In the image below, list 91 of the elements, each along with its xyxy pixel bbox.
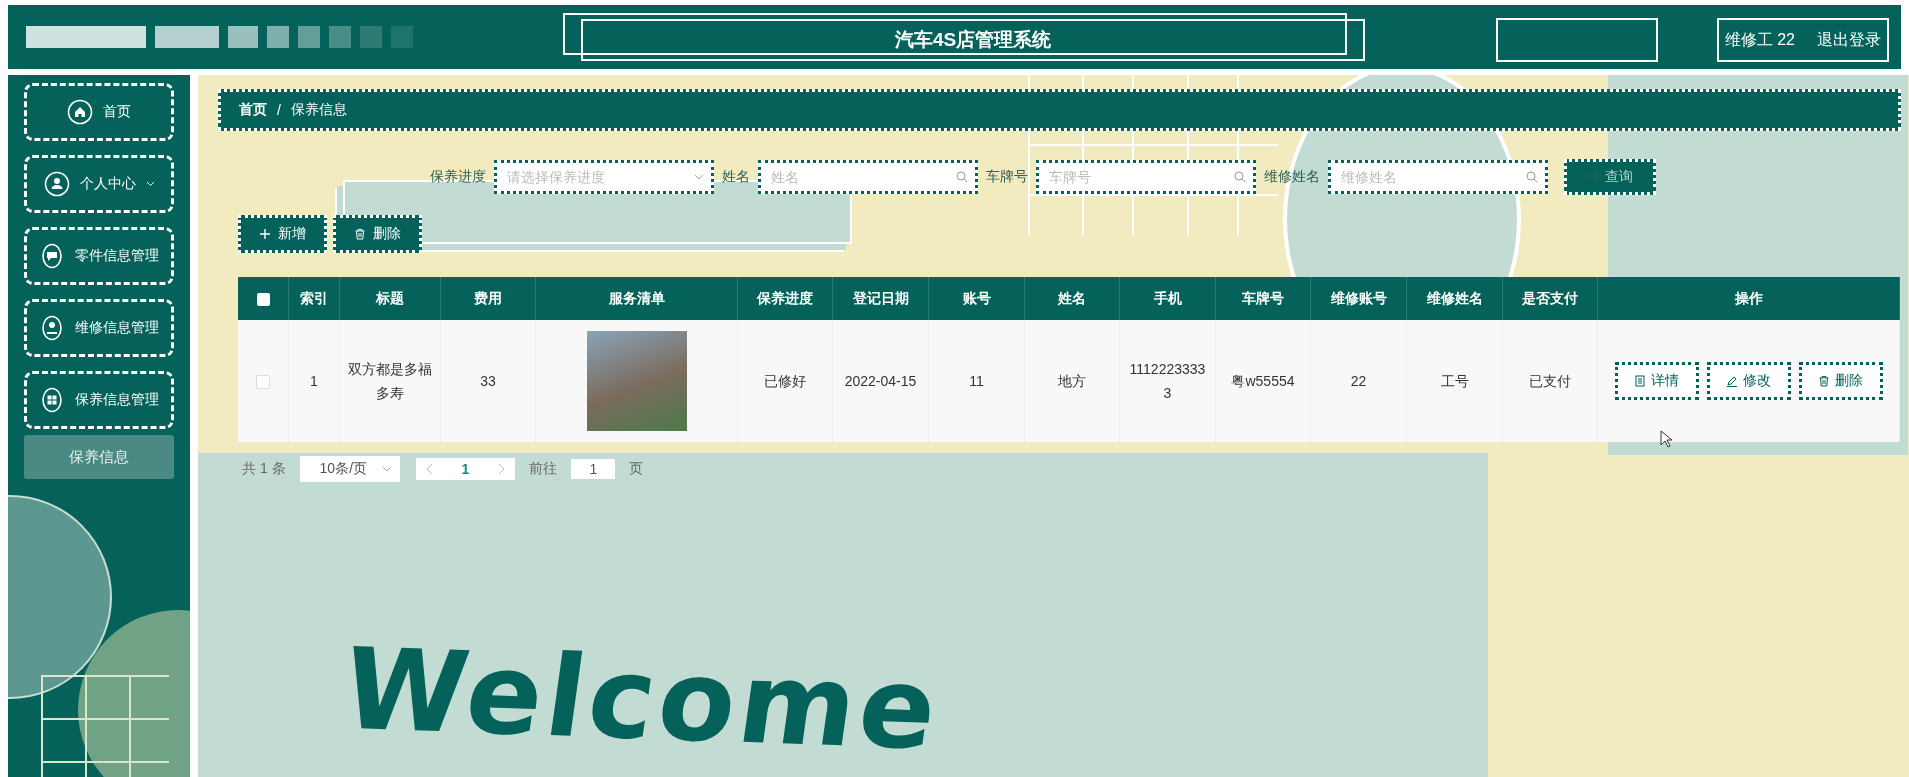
sidebar-item[interactable]: 零件信息管理 [24,227,174,285]
table-cell: 2022-04-15 [844,373,917,389]
search-field[interactable]: 姓名 [758,160,978,194]
search-icon [1587,171,1600,183]
table-cell: 已修好 [764,373,806,389]
search-field[interactable]: 车牌号 [1036,160,1256,194]
pencil-icon [1726,375,1738,387]
column-header: 费用 [440,277,536,320]
goto-label: 前往 [529,460,558,478]
row-checkbox[interactable] [256,375,270,390]
search-field[interactable]: 维修姓名 [1328,160,1548,194]
delete-button[interactable]: 删除 [1798,362,1883,400]
column-header: 登记日期 [832,277,929,320]
search-icon [1526,171,1538,183]
column-header: 标题 [339,277,441,320]
document-icon [1634,375,1646,387]
sidebar-item[interactable]: 保养信息管理 [24,371,174,429]
caret-icon [694,174,704,180]
breadcrumb-separator: / [277,102,281,118]
search-icon [1234,171,1246,183]
table-cell: 地方 [1058,373,1086,389]
filter-label: 姓名 [722,168,750,186]
next-icon [497,463,506,475]
menu-label: 维修信息管理 [75,319,159,337]
table-cell: 工号 [1440,373,1469,389]
table-cell: 11122233333 [1129,361,1206,401]
trash-icon [354,228,366,240]
menu-label: 保养信息管理 [75,391,159,409]
column-header: 姓名 [1024,277,1120,320]
welcome-text: Welcome [336,632,948,766]
menu-label: 个人中心 [79,175,136,193]
header-decoration [329,26,351,48]
submenu-item[interactable]: 保养信息 [24,435,174,479]
add-button[interactable]: 新增 [238,215,327,253]
column-header: 维修账号 [1310,277,1407,320]
page-size-select[interactable]: 10条/页 [299,456,400,482]
table-cell: 22 [1350,373,1367,389]
delete-button[interactable]: 删除 [333,215,422,253]
table-cell: 33 [480,373,496,389]
header-decoration [391,26,413,48]
edit-button[interactable]: 修改 [1706,362,1791,400]
prev-icon [425,463,434,475]
header-decoration [267,26,289,48]
page-input[interactable]: 1 [571,459,616,479]
sidebar-item[interactable]: 维修信息管理 [24,299,174,357]
column-header: 维修姓名 [1406,277,1503,320]
table-cell: 已支付 [1529,373,1571,389]
breadcrumb-item: 保养信息 [290,101,347,119]
column-header: 账号 [928,277,1025,320]
table-cell: 双方都是多福多寿 [348,361,432,401]
trash-icon [1818,375,1830,387]
home-icon [67,99,93,125]
sidebar-item[interactable]: 首页 [24,83,174,141]
page-suffix: 页 [629,460,644,478]
search-button[interactable]: 查询 [1564,159,1656,195]
total-count: 共 1 条 [242,460,286,478]
table-cell: 粤w55554 [1231,373,1295,389]
header-decoration [155,26,219,48]
select-field[interactable]: 请选择保养进度 [494,160,714,194]
column-header: 服务清单 [535,277,738,320]
search-icon [956,171,968,183]
column-header: 是否支付 [1502,277,1598,320]
app-title: 汽车4S店管理系统 [581,19,1365,61]
details-button[interactable]: 详情 [1614,362,1699,400]
column-header: 保养进度 [737,277,833,320]
filter-label: 车牌号 [986,168,1028,186]
grid-icon [39,387,65,413]
column-header: 操作 [1597,277,1900,320]
select-all-checkbox[interactable] [256,293,270,307]
caret-icon [381,466,392,472]
column-header: 车牌号 [1215,277,1311,320]
page-number[interactable]: 1 [461,461,470,477]
menu-label: 首页 [103,103,131,121]
menu-label: 零件信息管理 [75,247,159,265]
user-icon [43,171,70,197]
column-header: 手机 [1119,277,1216,320]
header-decoration [228,26,258,48]
filter-label: 维修姓名 [1264,168,1320,186]
user-name: 维修工 22 [1724,29,1795,50]
header-decoration [360,26,382,48]
breadcrumb-item[interactable]: 首页 [239,101,267,119]
table-cell: 1 [310,373,318,389]
logout-link[interactable]: 退出登录 [1817,29,1881,51]
column-header: 索引 [288,277,340,320]
chat-icon [39,243,65,269]
header-decoration [298,26,320,48]
filter-label: 保养进度 [430,168,486,186]
table-cell: 11 [969,373,984,389]
user-icon [39,315,65,341]
plus-icon [259,228,271,240]
sidebar-item[interactable]: 个人中心 [24,155,174,213]
